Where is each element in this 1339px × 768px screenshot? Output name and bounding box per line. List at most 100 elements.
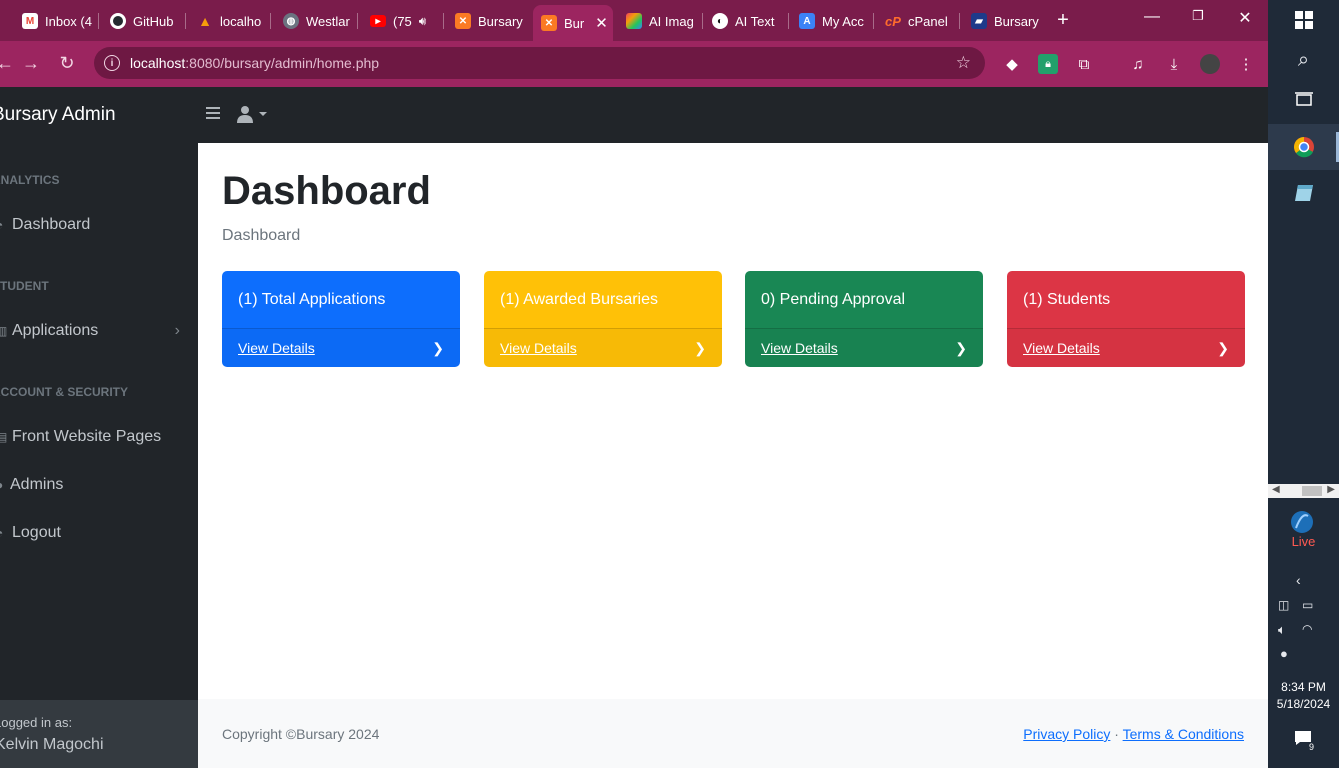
tab-westlar[interactable]: ◍ Westlar — [277, 8, 353, 34]
caret-down-icon — [259, 112, 267, 116]
scroll-thumb[interactable] — [1302, 486, 1322, 496]
tab-cpanel[interactable]: cP cPanel — [879, 8, 955, 34]
meet-now-icon[interactable]: ◫ — [1278, 598, 1289, 612]
view-details-link[interactable]: View Details — [238, 340, 315, 356]
url-text[interactable]: localhost:8080/bursary/admin/home.php — [130, 55, 379, 71]
page-footer: Copyright ©Bursary 2024 Privacy Policy ·… — [198, 699, 1268, 768]
tab-my-account[interactable]: A My Acc — [793, 8, 869, 34]
forward-button[interactable]: → — [20, 53, 42, 74]
system-tray: Live ‹ ◫ ▭ 🔈︎ ◠ ● 8:34 PM 5/18/2024 9 — [1268, 498, 1339, 768]
copyright-text: Copyright ©Bursary 2024 — [222, 726, 380, 742]
sidebar-item-label: Front Website Pages — [12, 428, 162, 445]
battery-icon[interactable]: ▭ — [1302, 598, 1313, 612]
sidebar-item-dashboard[interactable]: ◔ Dashboard — [0, 210, 198, 240]
user-icon — [237, 106, 253, 123]
scroll-right-icon[interactable]: ▶ — [1327, 484, 1335, 495]
card-label: 0) Pending Approval — [761, 290, 906, 308]
windows-start-icon[interactable] — [1268, 6, 1339, 34]
ai-text-icon: ◐ — [712, 13, 728, 29]
terms-link[interactable]: Terms & Conditions — [1123, 726, 1244, 742]
tab-label: Bur — [564, 15, 585, 31]
sidebar-item-logout[interactable]: ◔ Logout — [0, 518, 198, 548]
footer-separator: · — [1114, 726, 1119, 742]
volume-icon[interactable]: 🔈︎ — [1278, 622, 1286, 638]
xampp-icon: ✕ — [541, 15, 557, 31]
taskbar-scrollbar[interactable]: ◀ ▶ — [1268, 484, 1339, 498]
view-details-link[interactable]: View Details — [761, 340, 838, 356]
gmail-icon: M — [22, 13, 38, 29]
clock-date[interactable]: 5/18/2024 — [1268, 697, 1339, 711]
chevron-right-icon: › — [174, 322, 180, 339]
sidebar-item-label: Logout — [12, 524, 61, 541]
book-icon: ▤ — [0, 430, 8, 444]
media-control-icon[interactable]: ♫ — [1128, 54, 1148, 74]
tab-gmail[interactable]: M Inbox (4 — [16, 8, 96, 34]
task-view-icon[interactable] — [1268, 86, 1339, 114]
search-icon[interactable]: ⌕ — [1268, 46, 1339, 74]
sidebar-item-admins[interactable]: ● Admins — [0, 470, 198, 500]
speaker-icon[interactable]: 🔊︎ — [419, 14, 427, 29]
main-content: Dashboard Dashboard (1) Total Applicatio… — [198, 143, 1268, 699]
close-tab-icon[interactable]: ✕ — [595, 14, 608, 32]
extension-icon[interactable]: ◆ — [1002, 54, 1022, 74]
sidebar-heading-account-security: ACCOUNT & SECURITY — [0, 385, 129, 399]
card-label: (1) Total Applications — [238, 290, 386, 308]
tab-localhost[interactable]: ▲ localho — [191, 8, 267, 34]
minimize-button[interactable]: — — [1142, 8, 1162, 26]
tab-ai-text[interactable]: ◐ AI Text — [706, 8, 786, 34]
sidebar-item-label: Dashboard — [12, 216, 91, 233]
clock-time[interactable]: 8:34 PM — [1268, 680, 1339, 694]
tab-bursary-active[interactable]: ✕ Bur ✕ — [533, 5, 613, 41]
card-label: (1) Students — [1023, 290, 1111, 308]
youtube-icon: ▸ — [370, 15, 386, 27]
privacy-policy-link[interactable]: Privacy Policy — [1023, 726, 1110, 742]
live-label: Live — [1291, 534, 1316, 549]
card-label: (1) Awarded Bursaries — [500, 290, 658, 308]
xampp-icon: ✕ — [455, 13, 471, 29]
show-hidden-icons[interactable]: ‹ — [1296, 572, 1301, 588]
close-window-button[interactable]: ✕ — [1235, 8, 1255, 28]
microphone-icon[interactable]: ● — [1280, 646, 1288, 661]
bookmark-star-icon[interactable]: ☆ — [956, 53, 971, 73]
logged-in-user: Kelvin Magochi — [0, 736, 104, 753]
wifi-icon[interactable]: ◠ — [1302, 622, 1312, 636]
view-details-link[interactable]: View Details — [1023, 340, 1100, 356]
tab-bursary[interactable]: ✕ Bursary — [449, 8, 529, 34]
notification-center-icon[interactable]: 9 — [1294, 730, 1316, 752]
user-dropdown[interactable] — [236, 105, 268, 123]
account-icon: A — [799, 13, 815, 29]
tab-youtube[interactable]: ▸ (75 🔊︎ — [364, 8, 440, 34]
restore-button[interactable]: ❐ — [1188, 8, 1208, 24]
new-tab-button[interactable]: + — [1052, 9, 1074, 32]
brand[interactable]: Bursary Admin — [0, 87, 198, 143]
tab-ai-image[interactable]: AI Imag — [620, 8, 700, 34]
tab-label: AI Imag — [649, 13, 694, 29]
card-pending-approval: 0) Pending Approval View Details ❯ — [745, 271, 983, 367]
extensions-puzzle-icon[interactable]: ⧉ — [1074, 54, 1094, 74]
chevron-right-icon: ❯ — [432, 339, 444, 356]
lock-extension-icon[interactable]: 🔒︎ — [1038, 54, 1058, 74]
scroll-left-icon[interactable]: ◀ — [1272, 484, 1280, 495]
tab-bursary-2[interactable]: ▰ Bursary — [965, 8, 1045, 34]
sidebar-toggle-icon[interactable] — [206, 107, 220, 121]
profile-avatar[interactable] — [1200, 54, 1220, 74]
sidebar-item-applications[interactable]: ▥ Applications › — [0, 316, 198, 346]
chrome-taskbar-icon[interactable] — [1268, 124, 1339, 170]
site-info-icon[interactable]: i — [104, 55, 120, 71]
view-details-link[interactable]: View Details — [500, 340, 577, 356]
chevron-right-icon: ❯ — [694, 339, 706, 356]
notepad-taskbar-icon[interactable] — [1268, 170, 1339, 216]
tab-github[interactable]: GitHub — [104, 8, 184, 34]
chevron-right-icon: ❯ — [955, 339, 967, 356]
github-icon — [110, 13, 126, 29]
download-icon[interactable]: ⤓ — [1164, 54, 1184, 74]
sidebar-item-front-pages[interactable]: ▤ Front Website Pages — [0, 422, 198, 452]
back-button[interactable]: ← — [0, 53, 16, 74]
menu-kebab-icon[interactable]: ⋮ — [1236, 54, 1256, 74]
browser-toolbar: ← → ↻ i localhost:8080/bursary/admin/hom… — [0, 41, 1268, 87]
reload-button[interactable]: ↻ — [56, 53, 78, 74]
sidebar-item-label: Applications — [12, 322, 99, 339]
page-title: Dashboard — [222, 169, 431, 213]
notification-count: 9 — [1306, 742, 1316, 752]
address-bar[interactable]: i localhost:8080/bursary/admin/home.php … — [94, 47, 985, 79]
